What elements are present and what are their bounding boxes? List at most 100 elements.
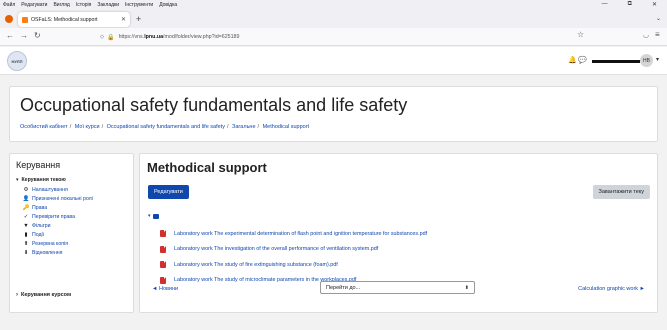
pdf-file-icon — [160, 276, 166, 284]
shield-icon[interactable]: ◇ — [100, 34, 104, 40]
file-name-link[interactable]: Laboratory work The experimental determi… — [174, 231, 427, 237]
admin-item-label: Перевірити права — [32, 213, 75, 220]
course-title: Occupational safety fundamentals and lif… — [20, 95, 408, 115]
admin-block-title: Керування — [16, 160, 61, 170]
download-folder-button[interactable]: Завантажити теку — [592, 185, 650, 199]
admin-item[interactable]: ▼ Фільтри — [22, 221, 93, 230]
pocket-icon[interactable]: ◡ — [643, 31, 649, 39]
menu-history[interactable]: Історія — [76, 2, 92, 8]
folder-admin-label: Керування текою — [21, 177, 66, 183]
restore-icon: ⬇ — [23, 249, 29, 256]
file-name-link[interactable]: Laboratory work The study of fire exting… — [174, 262, 338, 268]
menu-icon[interactable]: ≡ — [655, 30, 660, 39]
pdf-file-icon — [160, 230, 166, 238]
administration-block: Керування ▾ Керування текою ⚙ Налаштуванн… — [9, 153, 134, 313]
menu-file[interactable]: Файл — [3, 2, 15, 8]
file-item[interactable]: Laboratory work The investigation of the… — [160, 242, 427, 258]
admin-item-label: Призначені локальні ролі — [32, 195, 93, 202]
chevron-right-icon: › — [16, 292, 18, 298]
university-logo[interactable]: НУЛП — [7, 51, 27, 71]
tab-title: OSFaLS: Methodical support — [31, 16, 98, 23]
breadcrumb: Особистий кабінет / Мої курси / Occupation… — [20, 124, 310, 130]
chevron-down-icon: ▾ — [16, 177, 19, 183]
main-content: Methodical support Редагувати Завантажит… — [139, 153, 658, 313]
chevron-down-icon[interactable]: ▾ — [656, 56, 659, 63]
breadcrumb-current[interactable]: Methodical support — [263, 124, 309, 130]
file-item[interactable]: Laboratory work The study of fire exting… — [160, 257, 427, 273]
menu-tools[interactable]: Інструменти — [125, 2, 153, 8]
avatar[interactable]: HB — [640, 54, 653, 67]
url-domain: lpnu.ua — [144, 34, 164, 40]
chevron-down-icon: ▾ — [148, 213, 151, 219]
admin-item-label: Фільтри — [32, 222, 51, 229]
jump-to-select[interactable]: Перейти до... ⬍ — [320, 281, 475, 294]
admin-item-label: Налаштування — [32, 186, 68, 193]
key-icon: 🔑 — [22, 204, 30, 211]
breadcrumb-course[interactable]: Occupational safety fundamentals and lif… — [107, 124, 225, 130]
folder-admin-group[interactable]: ▾ Керування текою — [16, 177, 93, 183]
reload-icon[interactable]: ↻ — [34, 31, 41, 40]
folder-tree-toggle[interactable]: ▾ — [148, 213, 159, 219]
admin-item[interactable]: ⚙ Налаштування — [22, 185, 93, 194]
navigation-bar: ← → ↻ ◇ 🔒 https://vns. lpnu.ua/mod/folder… — [0, 28, 667, 46]
admin-tree: ▾ Керування текою ⚙ Налаштування 👤 Призначе… — [16, 177, 93, 257]
url-prefix: https://vns. — [118, 34, 145, 40]
tab-strip: OSFaLS: Methodical support ✕ + ⌄ — [0, 10, 667, 28]
back-icon[interactable]: ← — [6, 31, 14, 40]
admin-item[interactable]: ✓ Перевірити права — [22, 212, 93, 221]
page-title: Methodical support — [147, 160, 267, 175]
close-window-icon[interactable]: ✕ — [652, 1, 657, 8]
browser-tab[interactable]: OSFaLS: Methodical support ✕ — [18, 12, 130, 27]
admin-item[interactable]: ⬆ Резервна копія — [22, 239, 93, 248]
course-admin-label: Керування курсом — [21, 292, 72, 298]
filter-icon: ▼ — [23, 222, 29, 229]
file-list: Laboratory work The experimental determi… — [160, 226, 427, 288]
forward-icon[interactable]: → — [20, 31, 28, 40]
users-icon: 👤 — [22, 195, 30, 202]
next-activity-link[interactable]: Calculation graphic work ► — [578, 286, 645, 292]
minimize-icon[interactable]: — — [602, 1, 608, 8]
check-icon: ✓ — [23, 213, 29, 220]
site-header: НУЛП 🔔 💬 HB ▾ — [0, 47, 667, 75]
breadcrumb-dashboard[interactable]: Особистий кабінет — [20, 124, 68, 130]
url-path: /mod/folder/view.php?id=625189 — [163, 34, 240, 40]
select-caret-icon: ⬍ — [464, 284, 469, 291]
messages-icon[interactable]: 💬 — [578, 56, 587, 64]
course-admin-group[interactable]: › Керування курсом — [16, 292, 71, 298]
menu-edit[interactable]: Редагувати — [21, 2, 47, 8]
firefox-icon — [5, 15, 13, 23]
notification-bell-icon[interactable]: 🔔 — [568, 56, 577, 64]
tab-list-icon[interactable]: ⌄ — [656, 15, 661, 22]
backup-icon: ⬆ — [23, 240, 29, 247]
previous-activity-link[interactable]: ◄ Новини — [152, 286, 178, 292]
edit-button[interactable]: Редагувати — [148, 185, 189, 199]
menu-bookmarks[interactable]: Закладки — [97, 2, 119, 8]
pdf-file-icon — [160, 245, 166, 253]
pdf-file-icon — [160, 261, 166, 269]
chart-icon: ▮ — [24, 231, 28, 238]
admin-item-label: Резервна копія — [32, 240, 69, 247]
redacted-username[interactable] — [592, 60, 640, 63]
new-tab-icon[interactable]: + — [136, 14, 141, 24]
menu-view[interactable]: Вигляд — [53, 2, 69, 8]
admin-item[interactable]: ▮ Події — [22, 230, 93, 239]
admin-item[interactable]: 👤 Призначені локальні ролі — [22, 194, 93, 203]
jump-to-value: Перейти до... — [326, 284, 361, 291]
admin-item[interactable]: 🔑 Права — [22, 203, 93, 212]
maximize-icon[interactable]: ⧉ — [628, 1, 632, 8]
gear-icon: ⚙ — [23, 186, 29, 193]
file-item[interactable]: Laboratory work The experimental determi… — [160, 226, 427, 242]
lock-icon[interactable]: 🔒 — [107, 34, 114, 41]
admin-item[interactable]: ⬇ Відновлення — [22, 248, 93, 257]
file-name-link[interactable]: Laboratory work The investigation of the… — [174, 246, 378, 252]
menu-help[interactable]: Довідка — [159, 2, 177, 8]
course-header: Occupational safety fundamentals and lif… — [9, 86, 658, 142]
breadcrumb-my-courses[interactable]: Мої курси — [75, 124, 100, 130]
admin-item-label: Відновлення — [32, 249, 63, 256]
browser-menu-bar: Файл Редагувати Вигляд Історія Закладки … — [0, 0, 667, 10]
folder-icon — [152, 213, 159, 219]
close-tab-icon[interactable]: ✕ — [121, 16, 126, 23]
bookmark-star-icon[interactable]: ☆ — [577, 30, 584, 39]
url-bar[interactable]: ◇ 🔒 https://vns. lpnu.ua/mod/folder/view.… — [100, 31, 605, 43]
breadcrumb-section[interactable]: Загальне — [232, 124, 256, 130]
